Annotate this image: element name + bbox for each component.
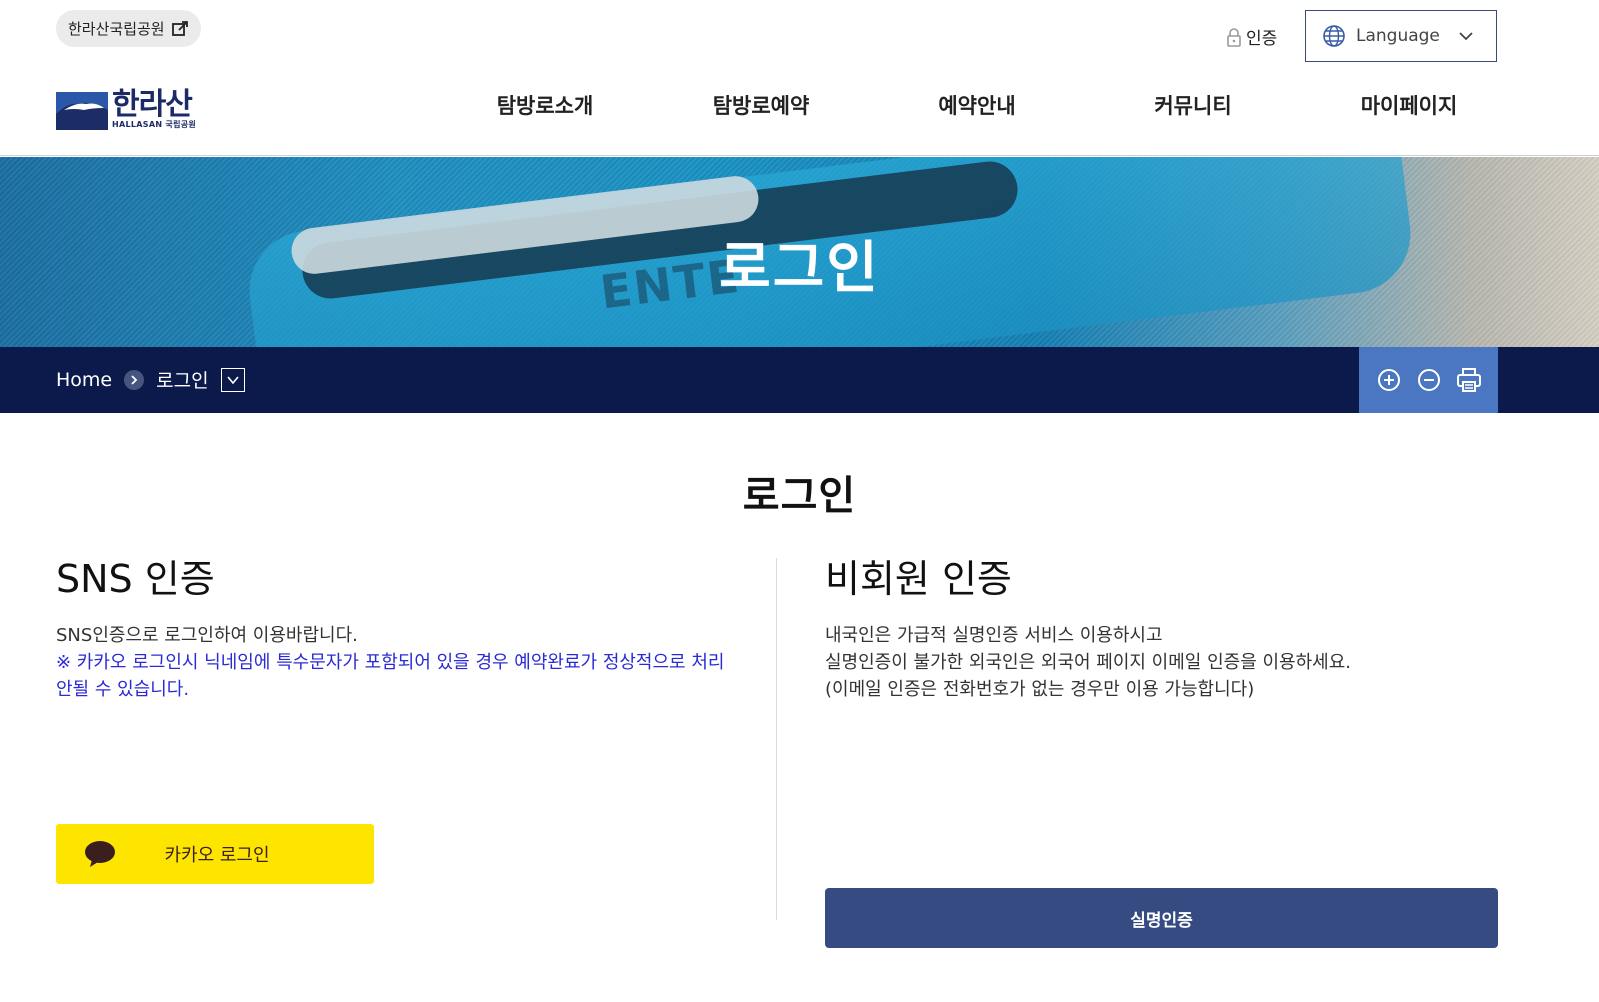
page-banner: ENTE 로그인 — [0, 157, 1599, 347]
real-name-verify-button[interactable]: 실명인증 — [825, 888, 1498, 948]
kakao-login-button[interactable]: 카카오 로그인 — [56, 824, 374, 884]
park-external-link[interactable]: 한라산국립공원 — [56, 10, 201, 47]
hallasan-mountain-logo — [56, 92, 108, 130]
nav-community[interactable]: 커뮤니티 — [1118, 88, 1268, 124]
breadcrumb-home[interactable]: Home — [56, 369, 112, 391]
guest-auth-line1: 내국인은 가급적 실명인증 서비스 이용하시고 — [825, 625, 1163, 646]
breadcrumb-dropdown-button[interactable] — [220, 367, 245, 392]
zoom-in-icon[interactable] — [1375, 366, 1403, 394]
real-name-verify-label: 실명인증 — [1130, 910, 1193, 931]
breadcrumb-separator — [124, 369, 145, 390]
external-link-icon — [171, 20, 188, 36]
site-header: 한라산국립공원 인증 Language 한라산 HALLASAN 국립공원 탐방… — [0, 0, 1599, 156]
auth-label: 인증 — [1246, 29, 1278, 49]
print-icon[interactable] — [1455, 366, 1483, 394]
sns-auth-title: SNS 인증 — [56, 557, 215, 601]
lock-icon — [1227, 27, 1241, 47]
site-logo[interactable]: 한라산 HALLASAN 국립공원 — [56, 86, 204, 134]
kakao-notice-line2: 안될 수 있습니다. — [56, 679, 190, 700]
globe-icon — [1323, 25, 1345, 47]
zoom-out-icon[interactable] — [1415, 366, 1443, 394]
logo-korean: 한라산 — [112, 87, 193, 122]
nav-trail-intro[interactable]: 탐방로소개 — [470, 88, 620, 124]
language-select[interactable]: Language — [1305, 10, 1497, 62]
guest-auth-line2: 실명인증이 불가한 외국인은 외국어 페이지 이메일 인증을 이용하세요. — [825, 652, 1352, 673]
page-tools — [1359, 347, 1498, 413]
kakao-login-label: 카카오 로그인 — [164, 845, 270, 866]
nav-trail-reservation[interactable]: 탐방로예약 — [686, 88, 836, 124]
breadcrumb: Home 로그인 — [56, 366, 245, 393]
logo-english: HALLASAN 국립공원 — [112, 120, 197, 129]
nav-my-page[interactable]: 마이페이지 — [1334, 88, 1484, 124]
column-divider — [776, 558, 777, 920]
sns-auth-desc: SNS인증으로 로그인하여 이용바랍니다. — [56, 625, 358, 646]
language-label: Language — [1356, 26, 1440, 46]
auth-link[interactable]: 인증 — [1226, 24, 1277, 49]
banner-title: 로그인 — [719, 236, 880, 301]
kakao-notice-line1: ※ 카카오 로그인시 닉네임에 특수문자가 포함되어 있을 경우 예약완료가 정… — [56, 652, 725, 673]
chevron-right-icon — [131, 374, 138, 385]
guest-auth-title: 비회원 인증 — [825, 557, 1012, 601]
nav-reservation-guide[interactable]: 예약안내 — [902, 88, 1052, 124]
guest-auth-line3: (이메일 인증은 전화번호가 없는 경우만 이용 가능합니다) — [825, 679, 1255, 700]
guest-auth-section: 비회원 인증 내국인은 가급적 실명인증 서비스 이용하시고 실명인증이 불가한… — [825, 556, 1499, 703]
breadcrumb-current: 로그인 — [156, 370, 209, 392]
park-link-label: 한라산국립공원 — [68, 20, 165, 38]
chevron-down-icon — [226, 375, 239, 384]
page-title: 로그인 — [742, 473, 857, 519]
main-navigation: 탐방로소개 탐방로예약 예약안내 커뮤니티 마이페이지 — [420, 88, 1520, 128]
sns-auth-section: SNS 인증 SNS인증으로 로그인하여 이용바랍니다. ※ 카카오 로그인시 … — [56, 556, 756, 703]
chevron-down-icon — [1459, 32, 1473, 41]
